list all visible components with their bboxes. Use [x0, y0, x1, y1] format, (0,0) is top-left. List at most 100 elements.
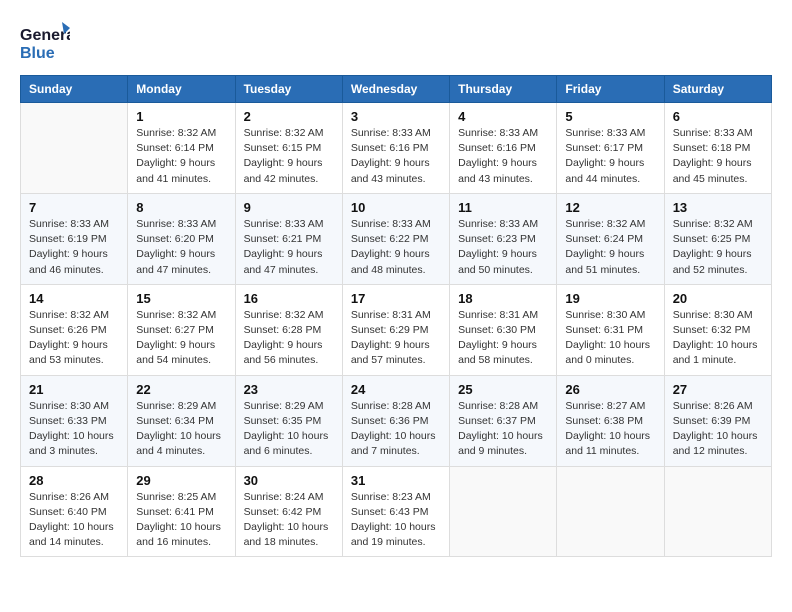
day-number: 1: [136, 109, 226, 124]
day-detail: Sunrise: 8:33 AMSunset: 6:23 PMDaylight:…: [458, 217, 548, 278]
day-number: 23: [244, 382, 334, 397]
day-detail: Sunrise: 8:33 AMSunset: 6:16 PMDaylight:…: [351, 126, 441, 187]
calendar-day-cell: 5Sunrise: 8:33 AMSunset: 6:17 PMDaylight…: [557, 103, 664, 194]
calendar-day-cell: 12 Sunrise: 8:32 AMSunset: 6:24 PMDayligh…: [557, 193, 664, 284]
day-detail: Sunrise: 8:28 AMSunset: 6:37 PMDaylight:…: [458, 399, 548, 460]
day-number: 4: [458, 109, 548, 124]
day-number: 26: [565, 382, 655, 397]
calendar-day-cell: 4 Sunrise: 8:33 AMSunset: 6:16 PMDaylight…: [450, 103, 557, 194]
calendar-day-cell: 26 Sunrise: 8:27 AMSunset: 6:38 PMDayligh…: [557, 375, 664, 466]
day-detail: Sunrise: 8:32 AMSunset: 6:14 PMDaylight:…: [136, 126, 226, 187]
day-number: 29: [136, 473, 226, 488]
calendar-day-cell: [664, 466, 771, 557]
day-number: 7: [29, 200, 119, 215]
calendar-day-cell: 11 Sunrise: 8:33 AMSunset: 6:23 PMDayligh…: [450, 193, 557, 284]
day-number: 14: [29, 291, 119, 306]
day-number: 12: [565, 200, 655, 215]
day-number: 11: [458, 200, 548, 215]
day-detail: Sunrise: 8:30 AMSunset: 6:32 PMDaylight:…: [673, 308, 763, 369]
day-number: 25: [458, 382, 548, 397]
day-detail: Sunrise: 8:23 AMSunset: 6:43 PMDaylight:…: [351, 490, 441, 551]
calendar-day-cell: 21 Sunrise: 8:30 AMSunset: 6:33 PMDayligh…: [21, 375, 128, 466]
day-detail: Sunrise: 8:33 AMSunset: 6:17 PMDaylight:…: [565, 126, 655, 187]
day-detail: Sunrise: 8:32 AMSunset: 6:26 PMDaylight:…: [29, 308, 119, 369]
calendar-day-cell: 18 Sunrise: 8:31 AMSunset: 6:30 PMDayligh…: [450, 284, 557, 375]
day-detail: Sunrise: 8:30 AMSunset: 6:33 PMDaylight:…: [29, 399, 119, 460]
calendar-day-cell: 8 Sunrise: 8:33 AMSunset: 6:20 PMDaylight…: [128, 193, 235, 284]
day-number: 3: [351, 109, 441, 124]
day-number: 10: [351, 200, 441, 215]
weekday-header-tuesday: Tuesday: [235, 76, 342, 103]
logo: GeneralBlue: [20, 20, 70, 65]
day-detail: Sunrise: 8:32 AMSunset: 6:28 PMDaylight:…: [244, 308, 334, 369]
day-detail: Sunrise: 8:25 AMSunset: 6:41 PMDaylight:…: [136, 490, 226, 551]
calendar-day-cell: 3 Sunrise: 8:33 AMSunset: 6:16 PMDaylight…: [342, 103, 449, 194]
day-number: 30: [244, 473, 334, 488]
calendar-day-cell: 10 Sunrise: 8:33 AMSunset: 6:22 PMDayligh…: [342, 193, 449, 284]
day-detail: Sunrise: 8:29 AMSunset: 6:35 PMDaylight:…: [244, 399, 334, 460]
calendar-day-cell: 6 Sunrise: 8:33 AMSunset: 6:18 PMDaylight…: [664, 103, 771, 194]
day-detail: Sunrise: 8:33 AMSunset: 6:19 PMDaylight:…: [29, 217, 119, 278]
day-detail: Sunrise: 8:33 AMSunset: 6:16 PMDaylight:…: [458, 126, 548, 187]
calendar-day-cell: [557, 466, 664, 557]
calendar-day-cell: 20 Sunrise: 8:30 AMSunset: 6:32 PMDayligh…: [664, 284, 771, 375]
day-number: 18: [458, 291, 548, 306]
day-detail: Sunrise: 8:33 AMSunset: 6:21 PMDaylight:…: [244, 217, 334, 278]
day-detail: Sunrise: 8:33 AMSunset: 6:20 PMDaylight:…: [136, 217, 226, 278]
calendar-day-cell: 15 Sunrise: 8:32 AMSunset: 6:27 PMDayligh…: [128, 284, 235, 375]
calendar-week-row: 28 Sunrise: 8:26 AMSunset: 6:40 PMDayligh…: [21, 466, 772, 557]
day-detail: Sunrise: 8:24 AMSunset: 6:42 PMDaylight:…: [244, 490, 334, 551]
calendar-day-cell: [450, 466, 557, 557]
calendar-day-cell: 31 Sunrise: 8:23 AMSunset: 6:43 PMDayligh…: [342, 466, 449, 557]
calendar-week-row: 1 Sunrise: 8:32 AMSunset: 6:14 PMDaylight…: [21, 103, 772, 194]
weekday-header-saturday: Saturday: [664, 76, 771, 103]
day-detail: Sunrise: 8:32 AMSunset: 6:25 PMDaylight:…: [673, 217, 763, 278]
day-number: 13: [673, 200, 763, 215]
day-detail: Sunrise: 8:31 AMSunset: 6:29 PMDaylight:…: [351, 308, 441, 369]
page-header: GeneralBlue: [20, 20, 772, 65]
day-number: 27: [673, 382, 763, 397]
day-detail: Sunrise: 8:33 AMSunset: 6:22 PMDaylight:…: [351, 217, 441, 278]
calendar-header-row: SundayMondayTuesdayWednesdayThursdayFrid…: [21, 76, 772, 103]
day-number: 31: [351, 473, 441, 488]
svg-text:General: General: [20, 27, 70, 44]
day-number: 19: [565, 291, 655, 306]
calendar-day-cell: 30 Sunrise: 8:24 AMSunset: 6:42 PMDayligh…: [235, 466, 342, 557]
day-number: 9: [244, 200, 334, 215]
weekday-header-monday: Monday: [128, 76, 235, 103]
calendar-day-cell: 28 Sunrise: 8:26 AMSunset: 6:40 PMDayligh…: [21, 466, 128, 557]
day-number: 17: [351, 291, 441, 306]
calendar-day-cell: 24Sunrise: 8:28 AMSunset: 6:36 PMDayligh…: [342, 375, 449, 466]
calendar-day-cell: 23 Sunrise: 8:29 AMSunset: 6:35 PMDayligh…: [235, 375, 342, 466]
calendar-day-cell: 25 Sunrise: 8:28 AMSunset: 6:37 PMDayligh…: [450, 375, 557, 466]
calendar-day-cell: 16Sunrise: 8:32 AMSunset: 6:28 PMDayligh…: [235, 284, 342, 375]
day-detail: Sunrise: 8:32 AMSunset: 6:27 PMDaylight:…: [136, 308, 226, 369]
weekday-header-thursday: Thursday: [450, 76, 557, 103]
day-number: 21: [29, 382, 119, 397]
day-detail: Sunrise: 8:29 AMSunset: 6:34 PMDaylight:…: [136, 399, 226, 460]
logo-svg: GeneralBlue: [20, 20, 70, 65]
day-detail: Sunrise: 8:26 AMSunset: 6:40 PMDaylight:…: [29, 490, 119, 551]
calendar-day-cell: 22 Sunrise: 8:29 AMSunset: 6:34 PMDayligh…: [128, 375, 235, 466]
day-number: 8: [136, 200, 226, 215]
day-number: 22: [136, 382, 226, 397]
day-detail: Sunrise: 8:27 AMSunset: 6:38 PMDaylight:…: [565, 399, 655, 460]
svg-text:Blue: Blue: [20, 45, 55, 62]
calendar-week-row: 7 Sunrise: 8:33 AMSunset: 6:19 PMDaylight…: [21, 193, 772, 284]
calendar-day-cell: 13 Sunrise: 8:32 AMSunset: 6:25 PMDayligh…: [664, 193, 771, 284]
calendar-table: SundayMondayTuesdayWednesdayThursdayFrid…: [20, 75, 772, 557]
calendar-week-row: 14 Sunrise: 8:32 AMSunset: 6:26 PMDayligh…: [21, 284, 772, 375]
day-detail: Sunrise: 8:31 AMSunset: 6:30 PMDaylight:…: [458, 308, 548, 369]
day-number: 20: [673, 291, 763, 306]
day-number: 28: [29, 473, 119, 488]
day-number: 24: [351, 382, 441, 397]
calendar-day-cell: 1 Sunrise: 8:32 AMSunset: 6:14 PMDaylight…: [128, 103, 235, 194]
day-detail: Sunrise: 8:32 AMSunset: 6:24 PMDaylight:…: [565, 217, 655, 278]
calendar-day-cell: 17 Sunrise: 8:31 AMSunset: 6:29 PMDayligh…: [342, 284, 449, 375]
day-number: 6: [673, 109, 763, 124]
day-number: 2: [244, 109, 334, 124]
day-number: 15: [136, 291, 226, 306]
calendar-day-cell: 14 Sunrise: 8:32 AMSunset: 6:26 PMDayligh…: [21, 284, 128, 375]
day-detail: Sunrise: 8:33 AMSunset: 6:18 PMDaylight:…: [673, 126, 763, 187]
calendar-day-cell: 7 Sunrise: 8:33 AMSunset: 6:19 PMDaylight…: [21, 193, 128, 284]
